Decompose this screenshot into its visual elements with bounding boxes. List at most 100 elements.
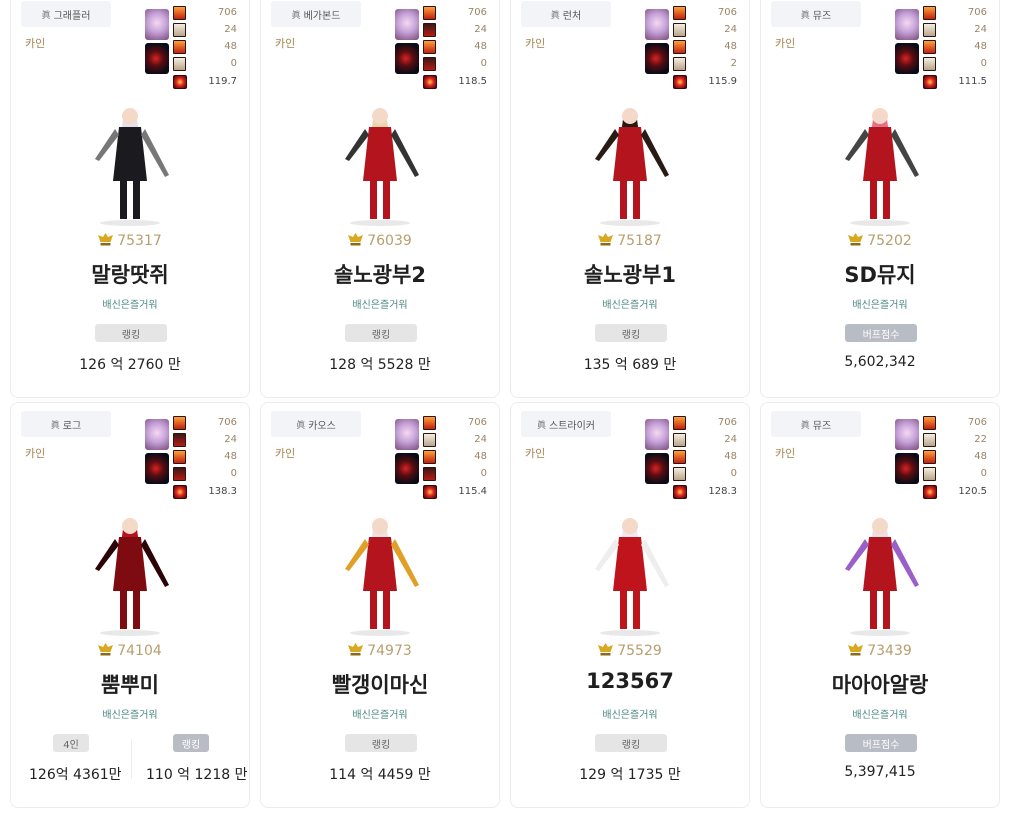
buff-chip-icon <box>673 467 686 481</box>
buff-value: 24 <box>224 24 237 35</box>
buff-value: 0 <box>230 468 237 479</box>
rank-value: 75317 <box>117 233 162 249</box>
character-card[interactable]: 眞 그래플러 카인 706 24 48 0 119.7 75317 말랑땃쥐 배… <box>10 0 250 398</box>
buff-chip-icon <box>923 416 936 430</box>
buff-chip-icon <box>423 57 436 71</box>
buff-value: 706 <box>217 417 237 428</box>
buff-chip-icon <box>423 6 436 20</box>
buff-value: 48 <box>224 41 237 52</box>
ranking-tab[interactable]: 랭킹 <box>595 324 667 342</box>
class-tag[interactable]: 眞 런처 <box>521 1 611 27</box>
ranking-score: 110 억 1218 만 <box>146 767 248 783</box>
ranking-tab[interactable]: 랭킹 <box>345 324 417 342</box>
buff-chip-icon <box>173 57 186 71</box>
guild-name: 배신은즐거워 <box>602 300 658 311</box>
character-name[interactable]: 마아아알랑 <box>761 669 999 699</box>
adventure-name: 카인 <box>275 447 296 460</box>
damage-score: 5,602,342 <box>844 354 916 370</box>
buff-value: 24 <box>724 434 737 445</box>
class-tag[interactable]: 眞 뮤즈 <box>771 411 861 437</box>
class-tag[interactable]: 眞 스트라이커 <box>521 411 611 437</box>
character-card[interactable]: 眞 베가본드 카인 706 24 48 0 118.5 76039 솔노광부2 … <box>260 0 500 398</box>
class-name: 스트라이커 <box>549 420 595 432</box>
character-card[interactable]: 眞 뮤즈 카인 706 22 48 0 120.5 73439 마아아알랑 배신… <box>760 402 1000 808</box>
buff-panel: 706 24 48 0 119.7 <box>145 5 237 90</box>
character-card[interactable]: 眞 런처 카인 706 24 48 2 115.9 75187 솔노광부1 배신… <box>510 0 750 398</box>
class-tag[interactable]: 眞 그래플러 <box>21 1 111 27</box>
buff-score-tab[interactable]: 버프점수 <box>845 734 917 752</box>
class-tag[interactable]: 眞 로그 <box>21 411 111 437</box>
class-mark: 眞 <box>536 420 546 431</box>
buff-chip-icon <box>423 467 436 481</box>
character-name[interactable]: 말랑땃쥐 <box>11 259 249 289</box>
character-name[interactable]: 빨갱이마신 <box>261 669 499 699</box>
rank-row: 76039 <box>261 233 499 249</box>
character-image <box>65 89 195 227</box>
total-buff-icon <box>673 75 687 89</box>
buff-chip-icon <box>173 6 186 20</box>
buff-value: 0 <box>480 468 487 479</box>
buff-chip-icon <box>673 23 686 37</box>
class-tag[interactable]: 眞 카오스 <box>271 411 361 437</box>
rank-row: 75202 <box>761 233 999 249</box>
class-tag[interactable]: 眞 베가본드 <box>271 1 361 27</box>
buff-value: 706 <box>217 7 237 18</box>
buff-value: 2 <box>730 58 737 69</box>
total-buff-icon <box>173 485 187 499</box>
class-name: 뮤즈 <box>812 420 832 432</box>
buff-value: 0 <box>730 468 737 479</box>
adventure-name: 카인 <box>775 447 796 460</box>
total-buff-value: 115.4 <box>458 486 487 497</box>
character-card[interactable]: 眞 스트라이커 카인 706 24 48 0 128.3 75529 12356… <box>510 402 750 808</box>
rank-value: 75529 <box>617 643 662 659</box>
ranking-tab[interactable]: 랭킹 <box>173 734 209 752</box>
buff-value: 706 <box>467 7 487 18</box>
rank-value: 76039 <box>367 233 412 249</box>
character-image <box>565 89 695 227</box>
character-image <box>315 89 445 227</box>
rank-emblem-icon <box>348 643 364 656</box>
total-buff-value: 118.5 <box>458 76 487 87</box>
buff-value: 48 <box>974 41 987 52</box>
character-name[interactable]: 솔노광부1 <box>511 259 749 289</box>
party-tab[interactable]: 4인 <box>53 734 89 752</box>
damage-score: 5,397,415 <box>844 764 916 780</box>
character-card[interactable]: 眞 로그 카인 706 24 48 0 138.3 74104 뿜뿌미 배신은즐… <box>10 402 250 808</box>
adventure-name: 카인 <box>525 37 546 50</box>
total-buff-value: 120.5 <box>958 486 987 497</box>
rank-row: 75317 <box>11 233 249 249</box>
buff-chip-icon <box>173 23 186 37</box>
total-buff-icon <box>923 485 937 499</box>
character-name[interactable]: 솔노광부2 <box>261 259 499 289</box>
ranking-tab[interactable]: 랭킹 <box>95 324 167 342</box>
rank-value: 74104 <box>117 643 162 659</box>
character-name[interactable]: SD뮤지 <box>761 259 999 289</box>
character-name[interactable]: 뿜뿌미 <box>11 669 249 699</box>
buff-chip-icon <box>423 450 436 464</box>
character-image <box>815 89 945 227</box>
ranking-tab[interactable]: 랭킹 <box>345 734 417 752</box>
buff-score-tab[interactable]: 버프점수 <box>845 324 917 342</box>
class-mark: 眞 <box>50 420 60 431</box>
total-buff-icon <box>173 75 187 89</box>
rank-row: 75187 <box>511 233 749 249</box>
character-card[interactable]: 眞 뮤즈 카인 706 24 48 0 111.5 75202 SD뮤지 배신은… <box>760 0 1000 398</box>
rank-emblem-icon <box>348 233 364 246</box>
damage-score: 135 억 689 만 <box>583 357 677 373</box>
guild-name: 배신은즐거워 <box>352 300 408 311</box>
ranking-tab[interactable]: 랭킹 <box>595 734 667 752</box>
adventure-name: 카인 <box>775 37 796 50</box>
damage-score: 126 억 2760 만 <box>79 357 181 373</box>
rank-value: 75202 <box>867 233 912 249</box>
buff-panel: 706 24 48 0 118.5 <box>395 5 487 90</box>
buff-value: 0 <box>230 58 237 69</box>
class-tag[interactable]: 眞 뮤즈 <box>771 1 861 27</box>
buff-value: 706 <box>467 417 487 428</box>
adventure-name: 카인 <box>25 37 46 50</box>
buff-value: 48 <box>724 451 737 462</box>
class-name: 카오스 <box>308 420 336 432</box>
buff-value: 48 <box>224 451 237 462</box>
buff-value: 48 <box>724 41 737 52</box>
character-card[interactable]: 眞 카오스 카인 706 24 48 0 115.4 74973 빨갱이마신 배… <box>260 402 500 808</box>
character-name[interactable]: 123567 <box>511 669 749 693</box>
